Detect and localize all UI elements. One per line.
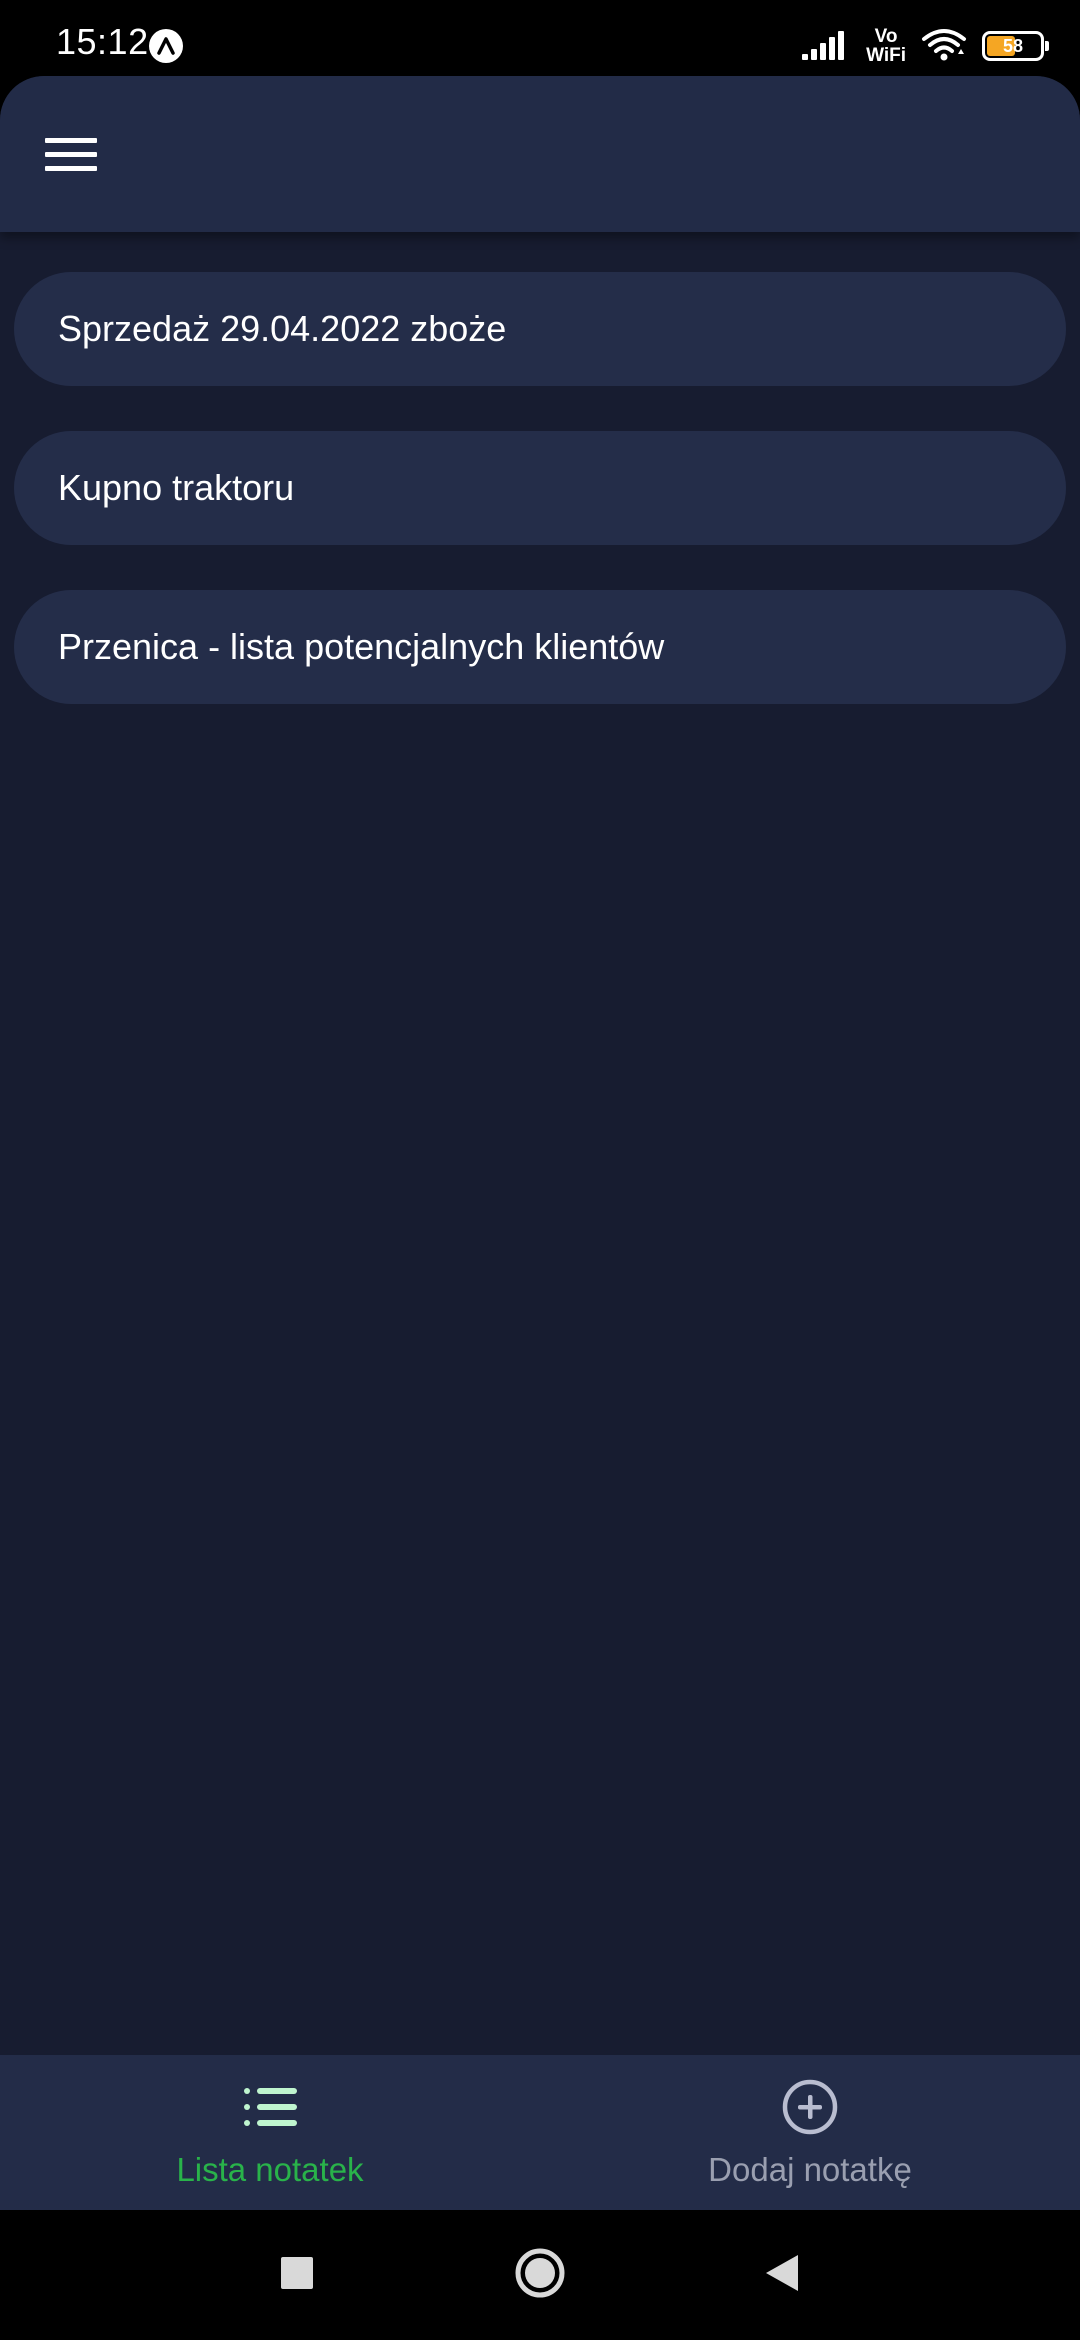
battery-icon: 58 [982,31,1049,61]
menu-button[interactable] [30,124,112,190]
vowifi-label-top: Vo [874,26,898,47]
back-button[interactable] [760,2210,804,2340]
status-time: 15:12 [56,21,149,62]
list-icon [240,2077,300,2137]
recent-apps-button[interactable] [270,2210,324,2340]
app-header [0,76,1080,232]
vowifi-label-bottom: WiFi [866,45,906,66]
note-item[interactable]: Przenica - lista potencjalnych klientów [14,590,1066,704]
note-item[interactable]: Sprzedaż 29.04.2022 zboże [14,272,1066,386]
system-navigation-bar [0,2210,1080,2340]
note-title: Sprzedaż 29.04.2022 zboże [58,308,507,349]
notes-list: Sprzedaż 29.04.2022 zboże Kupno traktoru… [14,272,1066,749]
back-icon [764,2253,800,2298]
tab-add-note-label: Dodaj notatkę [708,2151,912,2188]
tab-notes-list-label: Lista notatek [176,2151,364,2188]
signal-icon [802,28,852,65]
home-icon [514,2247,566,2304]
battery-percent: 58 [1002,35,1024,56]
note-title: Kupno traktoru [58,467,295,508]
add-circle-icon [780,2077,840,2137]
tab-add-note[interactable]: Dodaj notatkę [540,2055,1080,2210]
phone-screen: 15:12 Vo WiFi 58 Sprzedaż 29.04.2022 zbo… [0,0,1080,2340]
wifi-icon [920,27,968,66]
status-icons: Vo WiFi 58 [802,24,1049,68]
battery-tip [1045,41,1049,51]
note-title: Przenica - lista potencjalnych klientów [58,626,665,667]
hamburger-menu-icon [45,136,97,179]
home-button[interactable] [510,2210,570,2340]
notification-app-icon [148,28,184,64]
vowifi-indicator: Vo WiFi [866,27,906,65]
app-container: Sprzedaż 29.04.2022 zboże Kupno traktoru… [0,76,1080,2210]
bottom-navigation: Lista notatek Dodaj notatkę [0,2055,1080,2210]
recent-apps-icon [280,2256,314,2295]
note-item[interactable]: Kupno traktoru [14,431,1066,545]
status-bar: 15:12 Vo WiFi 58 [0,0,1080,76]
tab-notes-list[interactable]: Lista notatek [0,2055,540,2210]
